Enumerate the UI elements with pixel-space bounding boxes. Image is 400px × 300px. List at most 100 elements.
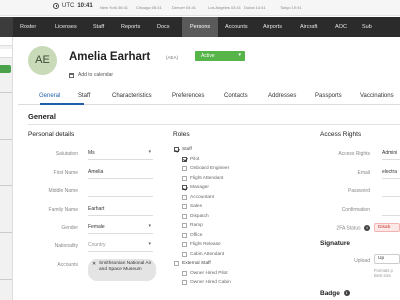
role-checkbox-item[interactable]: Flight Release	[182, 242, 221, 247]
gender-value: Female	[88, 224, 105, 230]
access-rights-select[interactable]: Admini	[382, 148, 400, 160]
nav-persons[interactable]: Persons	[182, 17, 219, 37]
password-label: Password	[348, 188, 370, 194]
role-checkbox-item[interactable]: Owner Hired Pilot	[182, 270, 228, 276]
world-clock: New York 06:41	[100, 5, 129, 10]
nav-staff[interactable]: Staff	[93, 17, 104, 37]
role-checkbox-item[interactable]: Sales	[182, 204, 202, 209]
clock-icon	[53, 3, 59, 9]
person-name: Amelia Earhart	[69, 51, 151, 63]
first-name-field[interactable]: Amelia	[88, 167, 153, 179]
password-field[interactable]	[382, 185, 400, 197]
checkbox-checked-icon[interactable]	[182, 156, 187, 162]
family-name-field[interactable]: Earhart	[88, 204, 153, 216]
nav-sub[interactable]: Sub	[362, 17, 372, 37]
sidebar-search-box[interactable]	[0, 37, 12, 46]
nav-airports[interactable]: Airports	[263, 17, 282, 37]
nationality-label: Nationality	[54, 243, 78, 249]
twofa-status-badge[interactable]: Disab	[374, 223, 400, 232]
tab-staff[interactable]: Staff	[78, 93, 90, 99]
tab-addresses[interactable]: Addresses	[268, 93, 296, 99]
nav-licenses[interactable]: Licenses	[55, 17, 77, 37]
role-label: Pilot	[190, 156, 200, 162]
nav-accounts[interactable]: Accounts	[225, 17, 248, 37]
role-checkbox-item[interactable]: Ramp	[182, 223, 203, 228]
upload-button[interactable]: Up	[374, 254, 400, 264]
world-clocks: New York 06:41 Chicago 05:41 Denver 04:4…	[100, 5, 316, 10]
role-checkbox-item[interactable]: Pilot	[182, 156, 200, 162]
tab-contacts[interactable]: Contacts	[224, 93, 248, 99]
tab-preferences[interactable]: Preferences	[172, 93, 204, 99]
calendar-icon	[69, 72, 74, 78]
role-checkbox-item[interactable]: Staff	[174, 147, 192, 152]
utc-clock: UTC 10:41	[53, 3, 93, 9]
checkbox-empty-icon[interactable]	[182, 213, 187, 219]
tab-characteristics[interactable]: Characteristics	[112, 93, 152, 99]
checkbox-empty-icon[interactable]	[182, 242, 187, 247]
main-nav: Roster Licenses Staff Reports Docs Perso…	[0, 17, 400, 37]
left-sidebar	[0, 37, 13, 300]
role-checkbox-item[interactable]: Onboard Engineer	[182, 166, 229, 171]
nav-docs[interactable]: Docs	[157, 17, 170, 37]
tab-general[interactable]: General	[39, 93, 60, 99]
gender-select[interactable]: Female ▾	[88, 222, 153, 234]
role-checkbox-item[interactable]: Owner Hired Cabin	[182, 280, 231, 285]
role-label: Dispatch	[190, 213, 209, 219]
sidebar-divider	[0, 139, 12, 140]
nav-aircraft[interactable]: Aircraft	[300, 17, 317, 37]
info-icon[interactable]: i	[364, 225, 370, 231]
checkbox-empty-icon[interactable]	[182, 175, 187, 181]
checkbox-empty-icon[interactable]	[182, 251, 187, 257]
email-field[interactable]: electra	[382, 167, 400, 179]
section-title: General	[28, 112, 56, 121]
checkbox-empty-icon[interactable]	[182, 223, 187, 228]
role-label: Accountant	[190, 194, 215, 200]
info-icon[interactable]: i	[343, 290, 350, 297]
add-to-calendar-link[interactable]: Add to calendar	[69, 72, 113, 78]
checkbox-empty-icon[interactable]	[182, 270, 187, 276]
salutation-select[interactable]: Ms ▾	[88, 148, 153, 160]
remove-chip-icon[interactable]: ✕	[92, 261, 96, 268]
person-code: (AEA)	[166, 55, 179, 60]
checkbox-checked-icon[interactable]	[182, 185, 187, 190]
role-label: Office	[190, 232, 203, 238]
family-name-label: Family Name	[48, 207, 78, 213]
checkbox-empty-icon[interactable]	[182, 194, 187, 200]
role-label: Staff	[182, 147, 192, 152]
nav-menu-toggle[interactable]	[0, 17, 13, 37]
sidebar-filter-box[interactable]	[0, 49, 12, 58]
role-checkbox-item[interactable]: External Staff	[174, 261, 211, 266]
role-label: Ramp	[190, 223, 203, 228]
sidebar-divider	[0, 92, 12, 93]
nav-roster[interactable]: Roster	[20, 17, 36, 37]
checkbox-empty-icon[interactable]	[182, 204, 187, 209]
role-checkbox-item[interactable]: Dispatch	[182, 213, 209, 219]
sidebar-divider	[0, 279, 12, 280]
middle-name-field[interactable]	[88, 185, 153, 197]
checkbox-empty-icon[interactable]	[182, 166, 187, 171]
utc-label: UTC	[62, 3, 75, 9]
role-checkbox-item[interactable]: Accountant	[182, 194, 215, 200]
nationality-select[interactable]: Country ▾	[88, 240, 153, 252]
tab-vaccinations[interactable]: Vaccinations	[360, 93, 394, 99]
status-select[interactable]: Active ▾	[195, 51, 245, 61]
account-chip: ✕ Smithsonian National Air and Space Mus…	[88, 259, 156, 281]
checkbox-empty-icon[interactable]	[182, 232, 187, 238]
checkbox-checked-icon[interactable]	[174, 147, 179, 152]
sidebar-add-button[interactable]	[0, 65, 11, 73]
role-checkbox-item[interactable]: Flight Attendant	[182, 175, 223, 181]
role-checkbox-item[interactable]: Office	[182, 232, 203, 238]
salutation-value: Ms	[88, 150, 95, 156]
confirmation-label: Confirmation	[341, 207, 370, 213]
checkbox-empty-icon[interactable]	[182, 280, 187, 285]
role-checkbox-item[interactable]: Cabin Attendant	[182, 251, 224, 257]
nav-aoc[interactable]: AOC	[335, 17, 347, 37]
clock-bar: UTC 10:41 New York 06:41 Chicago 05:41 D…	[0, 0, 400, 16]
roles-heading: Roles	[173, 131, 190, 138]
checkbox-empty-icon[interactable]	[174, 261, 179, 266]
nationality-placeholder: Country	[88, 242, 106, 248]
nav-reports[interactable]: Reports	[121, 17, 140, 37]
confirmation-field[interactable]	[382, 204, 400, 216]
role-checkbox-item[interactable]: Manager	[182, 185, 209, 190]
tab-passports[interactable]: Passports	[315, 93, 342, 99]
